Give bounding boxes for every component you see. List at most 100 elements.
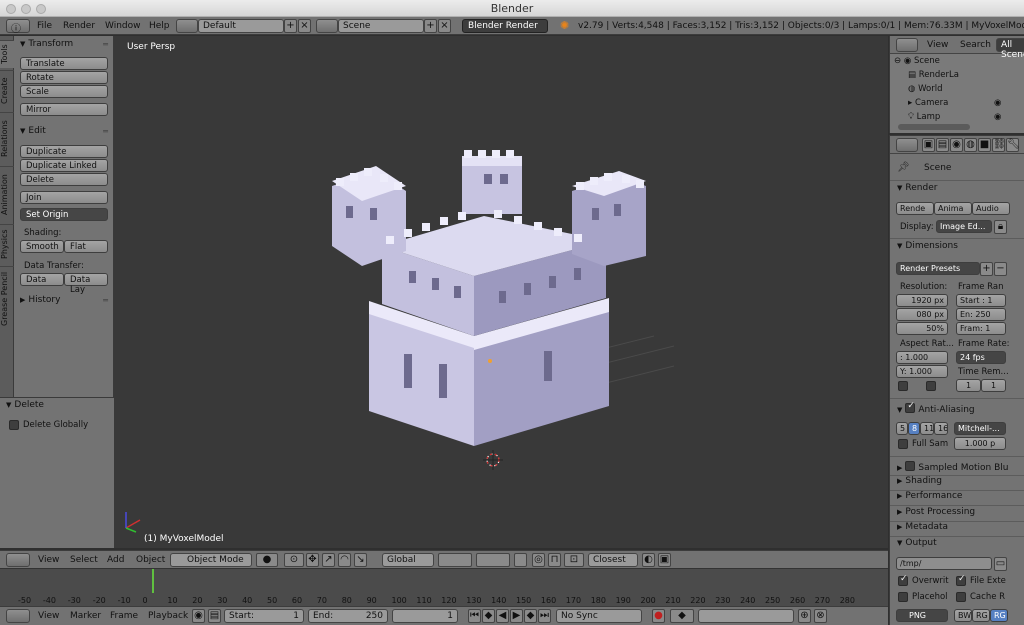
metadata-panel-header[interactable]: ▶ Metadata (897, 522, 948, 532)
modifiers-tab-icon[interactable]: 🔧︎ (1006, 138, 1020, 152)
screen-layout-field[interactable]: Default (198, 19, 284, 33)
expand-icon[interactable]: ⊖ (894, 56, 901, 66)
menu-view[interactable]: View (38, 555, 59, 565)
render-opengl-icon[interactable]: ◐ (642, 553, 655, 567)
outliner-row-camera[interactable]: ▸ Camera ◉ (908, 98, 1024, 112)
preview-range-icon[interactable]: ◉ (192, 609, 205, 623)
resolution-y-field[interactable]: 080 px (896, 308, 948, 321)
outliner-row-render-layers[interactable]: ▤ RenderLa (908, 70, 1024, 84)
overwrite-checkbox[interactable] (898, 574, 908, 586)
jump-keyframe-forward-icon[interactable]: ◆ (524, 609, 537, 623)
start-frame-field[interactable]: Start: 1 (224, 609, 304, 623)
menu-add[interactable]: Add (107, 555, 124, 565)
color-bw-button[interactable]: BW (954, 609, 972, 622)
tab-animation[interactable]: Animation (0, 166, 14, 222)
color-rgb-button[interactable]: RG (972, 609, 990, 622)
cache-result-checkbox[interactable] (956, 592, 966, 602)
shading-panel-header[interactable]: ▶ Shading (897, 476, 942, 486)
remove-preset-button[interactable]: − (994, 262, 1007, 276)
editor-type-3d-button[interactable] (6, 553, 30, 567)
menu-help[interactable]: Help (149, 21, 170, 31)
insert-keyframe-icon[interactable]: ⊕ (798, 609, 811, 623)
remove-scene-button[interactable]: × (438, 19, 451, 33)
3d-viewport[interactable]: User Persp (1) MyVoxelModel (114, 36, 888, 548)
aa-samples-16-button[interactable]: 16 (934, 422, 948, 435)
delete-globally-checkbox[interactable] (9, 420, 19, 430)
render-layers-tab-icon[interactable]: ▤ (936, 138, 949, 152)
full-sample-checkbox[interactable] (898, 439, 908, 449)
menu-view[interactable]: View (38, 611, 59, 621)
output-path-field[interactable]: /tmp/ (896, 557, 992, 570)
join-button[interactable]: Join (20, 191, 108, 204)
render-engine-select[interactable]: Blender Render (462, 19, 548, 33)
add-preset-button[interactable]: + (980, 262, 993, 276)
render-image-button[interactable]: Rende (896, 202, 934, 215)
menu-search[interactable]: Search (960, 40, 991, 50)
transform-orientation-select[interactable]: Global (382, 553, 434, 567)
frame-start-field[interactable]: Start : 1 (956, 294, 1006, 307)
editor-type-properties-button[interactable] (896, 138, 918, 152)
lock-range-icon[interactable]: ▤ (208, 609, 221, 623)
folder-browse-icon[interactable]: ▭ (994, 557, 1007, 571)
menu-file[interactable]: File (37, 21, 52, 31)
file-extensions-checkbox[interactable] (956, 574, 966, 586)
aa-filter-select[interactable]: Mitchell-... (954, 422, 1006, 435)
scale-manipulator-button[interactable]: ↘ (354, 553, 367, 567)
render-tab-icon[interactable]: ▣ (922, 138, 935, 152)
duplicate-button[interactable]: Duplicate (20, 145, 108, 158)
lock-layers-icon[interactable] (514, 553, 527, 567)
menu-playback[interactable]: Playback (148, 611, 188, 621)
translate-button[interactable]: Translate (20, 57, 108, 70)
record-icon[interactable]: ● (652, 609, 665, 623)
end-frame-field[interactable]: End: 250 (308, 609, 388, 623)
timeline[interactable]: -50 -40 -30 -20 -10 0 10 20 30 40 50 60 70 80 90 100 110… (0, 568, 888, 606)
visibility-eye-icon[interactable]: ◉ (994, 112, 1001, 122)
menu-render[interactable]: Render (63, 21, 95, 31)
jump-end-icon[interactable]: ⏭ (538, 609, 551, 623)
menu-window[interactable]: Window (105, 21, 141, 31)
current-frame-indicator[interactable] (152, 569, 154, 593)
file-format-select[interactable]: PNG (896, 609, 948, 622)
visibility-eye-icon[interactable]: ◉ (994, 98, 1001, 108)
constraints-tab-icon[interactable]: ⛓ (992, 138, 1006, 152)
proportional-edit-icon[interactable]: ◎ (532, 553, 545, 567)
transform-panel-header[interactable]: ▼ Transform (20, 39, 73, 49)
manipulator-toggle[interactable]: ✥ (306, 553, 319, 567)
drag-handle-icon[interactable]: ═ (103, 127, 108, 136)
menu-view[interactable]: View (927, 40, 948, 50)
display-mode-select[interactable]: All Scene (996, 38, 1024, 60)
snap-target-select[interactable]: Closest (588, 553, 638, 567)
render-presets-select[interactable]: Render Presets (896, 262, 980, 275)
tab-relations[interactable]: Relations (0, 112, 14, 164)
flat-button[interactable]: Flat (64, 240, 108, 253)
viewport-shading-button[interactable]: ● (256, 553, 278, 567)
border-checkbox[interactable] (898, 381, 908, 391)
motion-blur-checkbox[interactable] (905, 461, 916, 471)
play-reverse-icon[interactable]: ◀ (496, 609, 509, 623)
remove-screen-button[interactable]: × (298, 19, 311, 33)
dimensions-panel-header[interactable]: ▼ Dimensions (897, 241, 958, 251)
editor-type-timeline-button[interactable] (6, 609, 30, 623)
outliner-row-world[interactable]: ◍ World (908, 84, 1024, 98)
pin-icon[interactable]: 📌︎ (897, 162, 910, 173)
time-remap-old-field[interactable]: 1 (956, 379, 981, 392)
add-scene-button[interactable]: + (424, 19, 437, 33)
placeholders-checkbox[interactable] (898, 592, 908, 602)
scene-tab-icon[interactable]: ◉ (950, 138, 963, 152)
render-animation-button[interactable]: Anima (934, 202, 972, 215)
jump-start-icon[interactable]: ⏮ (468, 609, 481, 623)
crop-checkbox[interactable] (926, 381, 936, 391)
tab-tools[interactable]: Tools (0, 40, 14, 68)
translate-manipulator-button[interactable]: ↗ (322, 553, 335, 567)
scene-icon[interactable] (316, 19, 338, 33)
voxel-castle-model[interactable] (114, 36, 888, 548)
world-tab-icon[interactable]: ◍ (964, 138, 977, 152)
smooth-button[interactable]: Smooth (20, 240, 64, 253)
history-panel-header[interactable]: ▶ History (20, 295, 60, 305)
outliner-row-scene[interactable]: ⊖ ◉ Scene (894, 56, 1019, 70)
render-audio-button[interactable]: Audio (972, 202, 1010, 215)
play-icon[interactable]: ▶ (510, 609, 523, 623)
output-panel-header[interactable]: ▼ Output (897, 538, 937, 548)
menu-marker[interactable]: Marker (70, 611, 101, 621)
frame-end-field[interactable]: En: 250 (956, 308, 1006, 321)
